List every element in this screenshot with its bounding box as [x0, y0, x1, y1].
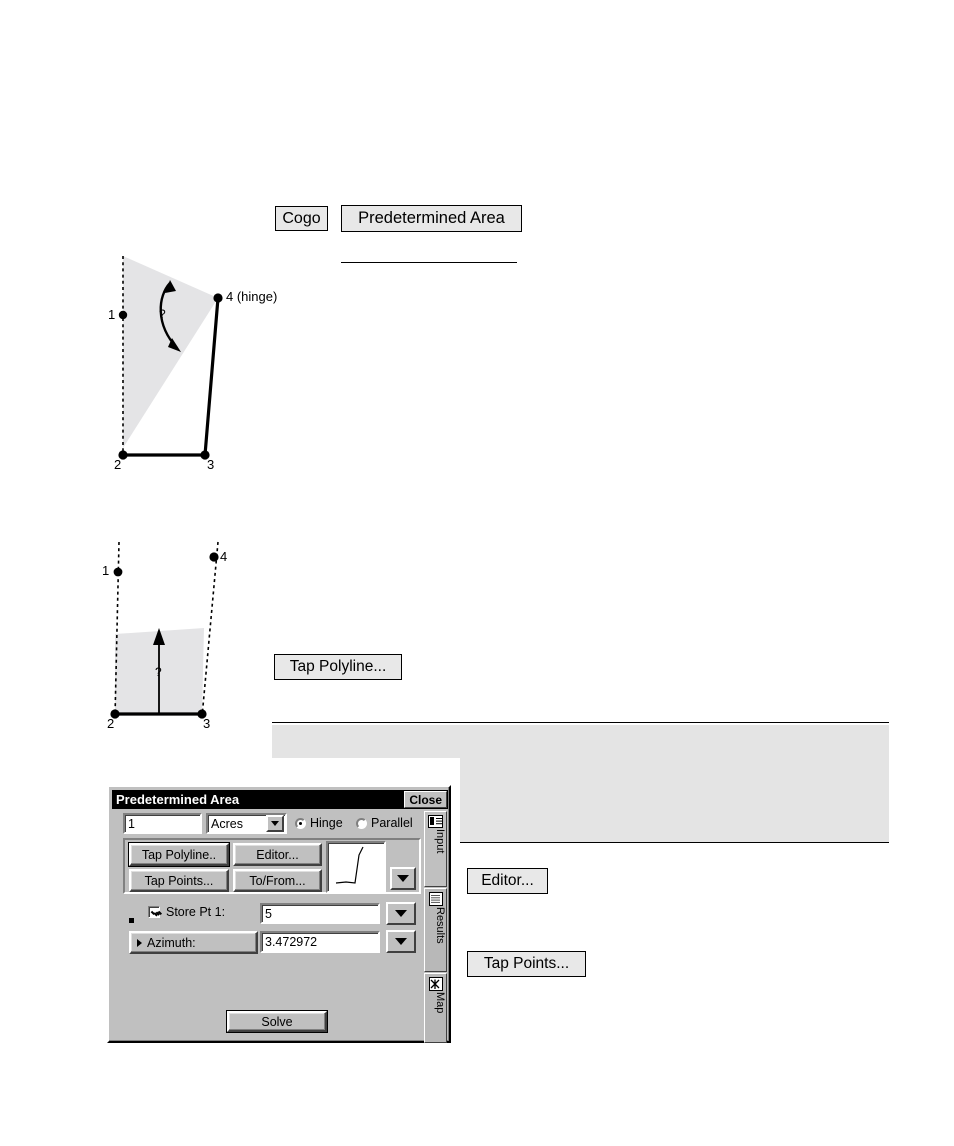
triangle-right-icon [137, 938, 142, 947]
polyline-preview-dropdown[interactable] [390, 867, 416, 890]
parallel-radio-label: Parallel [371, 816, 413, 830]
parallel-diagram [110, 541, 219, 719]
hinge-label-1: 1 [108, 307, 116, 322]
parallel-dashed-line-4-3 [201, 541, 219, 718]
tab-results-label: Results [434, 907, 446, 944]
tab-input-label: Input [434, 829, 446, 854]
parallel-label-3: 3 [203, 716, 211, 731]
azimuth-button[interactable]: Azimuth: [129, 931, 258, 954]
hinge-radio[interactable] [295, 817, 306, 829]
units-select-value: Acres [211, 816, 243, 831]
store-pt-value: 5 [265, 906, 272, 921]
azimuth-dropdown[interactable] [386, 930, 416, 953]
mode-hinge-radio-group[interactable]: Hinge [295, 816, 343, 830]
hinge-radio-label: Hinge [310, 816, 343, 830]
azimuth-button-label: Azimuth: [147, 935, 196, 950]
cogo-button-label: Cogo [282, 209, 321, 227]
store-pt-label: Store Pt 1: [166, 905, 226, 919]
results-page-icon [428, 892, 443, 906]
chevron-down-glyph [395, 938, 407, 945]
hinge-question-mark: ? [159, 307, 166, 321]
chevron-down-glyph [271, 821, 279, 826]
hinge-segment-3-4 [203, 296, 220, 457]
parallel-label-1: 1 [102, 563, 110, 578]
tap-points-button-label: Tap Points... [144, 873, 214, 888]
azimuth-input[interactable]: 3.472972 [260, 931, 380, 953]
polyline-preview[interactable] [326, 841, 386, 893]
tap-points-callout-label: Tap Points... [483, 955, 570, 972]
store-pt-expand-bullet[interactable] [129, 910, 134, 928]
hinge-label-3: 3 [207, 457, 215, 472]
dialog-titlebar: Predetermined Area Close [112, 790, 448, 809]
input-form-icon [428, 815, 443, 828]
square-bullet-icon [129, 918, 134, 923]
cogo-button[interactable]: Cogo [275, 206, 328, 231]
mode-parallel-radio-group[interactable]: Parallel [356, 816, 413, 830]
tab-map[interactable]: Map [424, 973, 447, 1043]
to-from-button[interactable]: To/From... [233, 869, 322, 892]
hinge-vertex-1 [118, 310, 128, 320]
tab-map-label: Map [434, 992, 446, 1014]
hinge-diagram [118, 256, 223, 460]
parallel-vertex-1 [113, 567, 123, 577]
content-panel-rule-top [272, 722, 889, 723]
store-pt-checkbox-group[interactable]: Store Pt 1: [148, 905, 225, 919]
solve-button[interactable]: Solve [226, 1010, 328, 1033]
parallel-label-4: 4 [220, 549, 228, 564]
chevron-down-glyph [395, 910, 407, 917]
predetermined-area-dialog: Predetermined Area Close 1 Acres Hinge P… [107, 785, 451, 1043]
map-star-icon [428, 977, 443, 991]
dialog-title: Predetermined Area [116, 792, 240, 807]
editor-button-label: Editor... [256, 847, 299, 862]
editor-callout-label: Editor... [481, 872, 534, 889]
polyline-preview-graphic [335, 846, 364, 884]
tap-polyline-callout-label: Tap Polyline... [289, 658, 387, 675]
store-pt-checkbox[interactable] [148, 906, 160, 918]
azimuth-value: 3.472972 [265, 935, 318, 949]
area-value-input[interactable]: 1 [123, 813, 202, 834]
hinge-label-2: 2 [114, 457, 122, 472]
close-button[interactable]: Close [404, 791, 447, 808]
tab-input[interactable]: Input [424, 811, 447, 887]
close-button-label: Close [409, 792, 442, 807]
hinge-vertex-4 [213, 293, 223, 303]
tap-polyline-callout[interactable]: Tap Polyline... [274, 654, 402, 680]
predetermined-area-title-button[interactable]: Predetermined Area [341, 205, 522, 232]
store-pt-input[interactable]: 5 [260, 903, 380, 924]
solve-button-label: Solve [261, 1014, 293, 1029]
store-pt-dropdown[interactable] [386, 902, 416, 925]
hinge-label-4: 4 (hinge) [226, 289, 278, 304]
tap-points-button[interactable]: Tap Points... [129, 869, 229, 892]
parallel-vertex-4 [209, 552, 219, 562]
parallel-label-2: 2 [107, 716, 115, 731]
tap-polyline-button[interactable]: Tap Polyline.. [128, 842, 230, 867]
tap-points-callout[interactable]: Tap Points... [467, 951, 586, 977]
to-from-button-label: To/From... [249, 873, 306, 888]
header-divider-rule [341, 262, 517, 263]
chevron-down-glyph [397, 875, 409, 882]
parallel-radio[interactable] [356, 817, 367, 829]
predetermined-area-title-label: Predetermined Area [358, 209, 505, 227]
units-select[interactable]: Acres [206, 813, 287, 834]
tap-polyline-button-label: Tap Polyline.. [141, 847, 217, 862]
editor-callout[interactable]: Editor... [467, 868, 548, 894]
area-value-text: 1 [128, 816, 135, 831]
units-select-chevron-down-icon[interactable] [266, 815, 284, 832]
parallel-question-mark: ? [155, 665, 162, 679]
tab-results[interactable]: Results [424, 888, 447, 972]
editor-button[interactable]: Editor... [233, 843, 322, 866]
